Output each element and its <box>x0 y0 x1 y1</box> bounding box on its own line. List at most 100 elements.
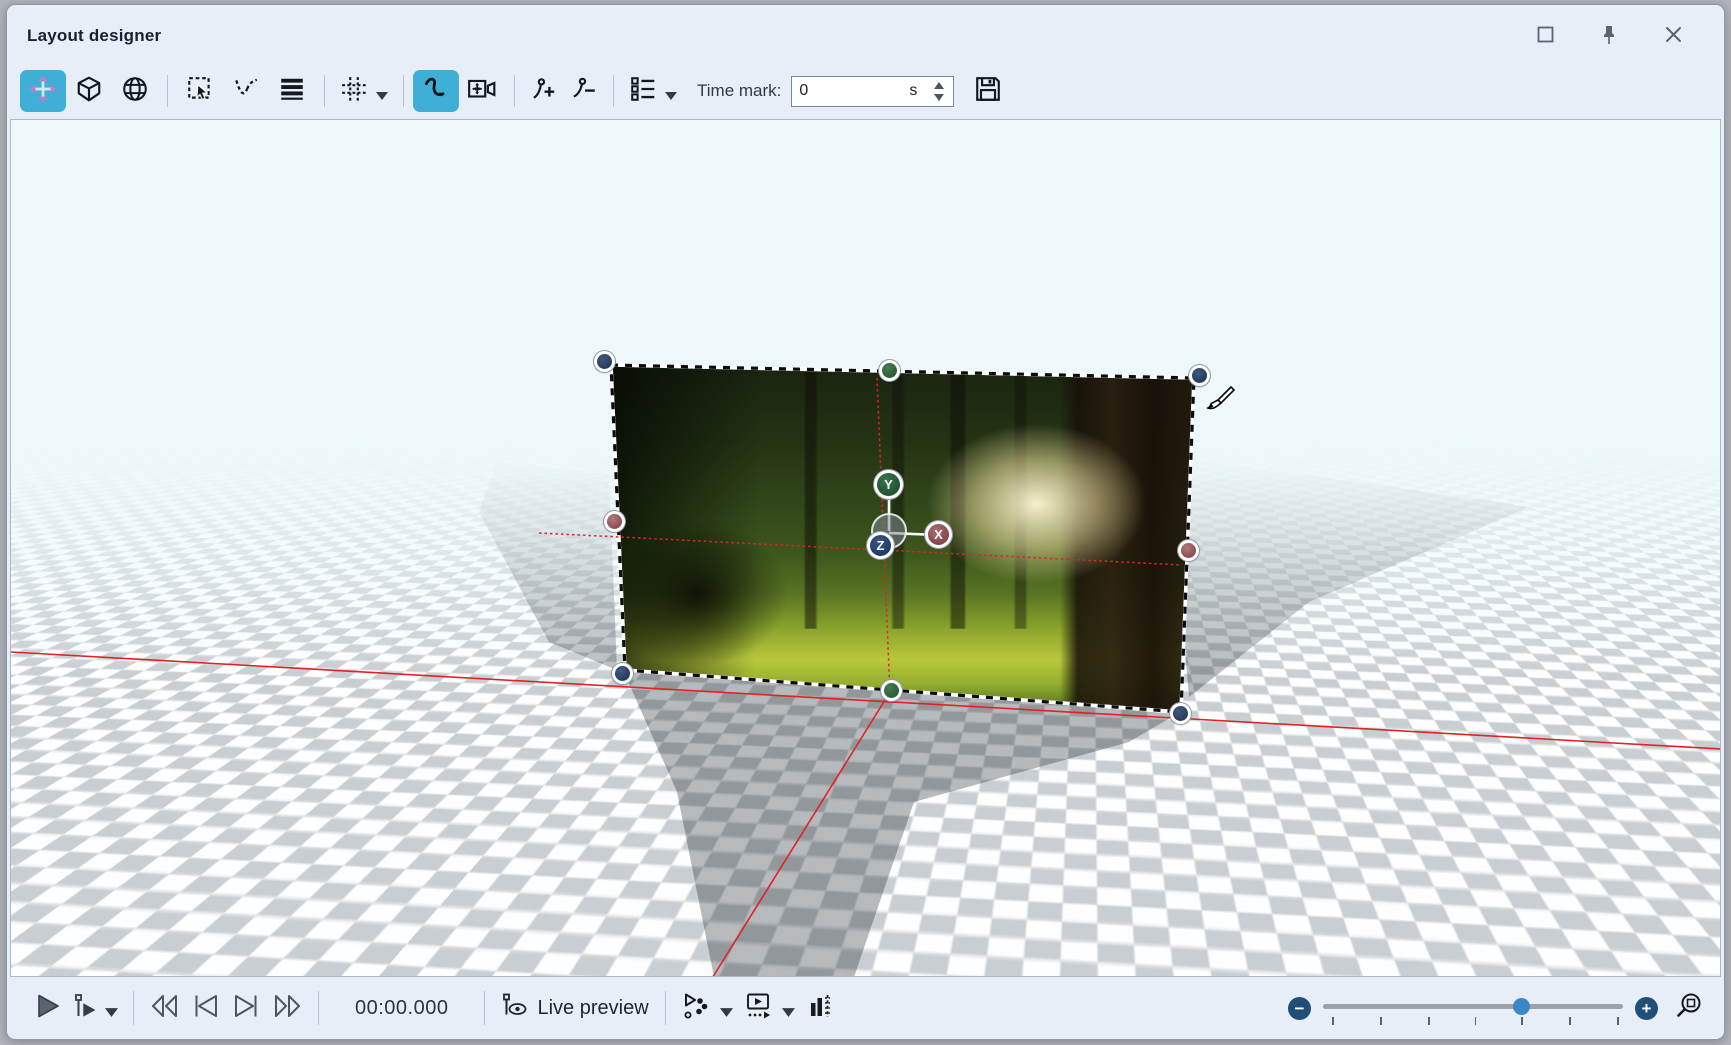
live-preview-label: Live preview <box>537 997 648 1020</box>
toolbar-separator <box>403 75 404 107</box>
timecode-display: 00:00.000 <box>355 997 448 1020</box>
cube-icon <box>75 75 103 108</box>
motion-path-button[interactable] <box>676 988 718 1028</box>
gizmo-y-handle[interactable]: Y <box>874 470 903 499</box>
zoom-fit-button[interactable] <box>1674 991 1704 1026</box>
step-back-icon <box>192 992 220 1025</box>
play-from-marker-icon <box>73 993 97 1024</box>
keyframe-list-button[interactable] <box>623 70 663 112</box>
window-controls <box>1534 26 1684 48</box>
move-tool-button[interactable] <box>20 70 66 112</box>
corner-handle-bottom-right[interactable] <box>1170 703 1191 724</box>
time-mark-field: s <box>791 76 954 107</box>
play-options-caret[interactable] <box>105 1004 117 1012</box>
levels-icon <box>806 992 834 1025</box>
transport-separator <box>484 991 485 1025</box>
pin-button[interactable] <box>1598 26 1620 48</box>
spinner-down-icon[interactable] <box>934 94 944 101</box>
design-canvas[interactable]: Z X Y <box>10 119 1721 977</box>
layers-button[interactable] <box>269 70 315 112</box>
time-mark-spinner <box>928 78 950 105</box>
corner-handle-top-right[interactable] <box>1189 365 1210 386</box>
rewind-button[interactable] <box>144 988 186 1028</box>
window-title: Layout designer <box>27 26 161 46</box>
toolbar-separator <box>167 75 168 107</box>
step-back-button[interactable] <box>186 988 226 1028</box>
select-rect-icon <box>186 75 214 108</box>
levels-button[interactable] <box>800 988 840 1028</box>
pin-icon <box>1600 25 1618 50</box>
layers-icon <box>278 75 306 108</box>
transport-separator <box>133 991 134 1025</box>
time-mark-label: Time mark: <box>697 81 781 101</box>
corner-handle-top-left[interactable] <box>594 351 615 372</box>
grid-dropdown-caret[interactable] <box>376 87 388 95</box>
spinner-up-icon[interactable] <box>934 82 944 89</box>
grid-button[interactable] <box>334 70 374 112</box>
globe-icon <box>121 75 149 108</box>
camera-fit-icon <box>467 75 497 108</box>
play-from-marker-button[interactable] <box>67 988 103 1028</box>
remove-curve-point-button[interactable] <box>564 70 604 112</box>
toolbar-separator <box>613 75 614 107</box>
close-button[interactable] <box>1662 26 1684 48</box>
paintbrush-cursor-icon <box>1203 384 1235 421</box>
corner-handle-bottom-left[interactable] <box>612 663 633 684</box>
zoom-out-icon: − <box>1295 1000 1305 1017</box>
zoom-cluster: − + <box>1288 991 1704 1026</box>
curve-select-button[interactable] <box>223 70 269 112</box>
close-icon <box>1665 26 1682 48</box>
layout-designer-window: Layout designer <box>6 4 1725 1040</box>
rewind-icon <box>150 992 180 1025</box>
play-icon <box>35 993 61 1024</box>
zoom-in-icon: + <box>1642 1000 1652 1017</box>
transport-bar: 00:00.000 Live preview <box>7 977 1724 1039</box>
maximize-button[interactable] <box>1534 26 1556 48</box>
keyframe-list-icon <box>629 75 657 108</box>
zoom-out-button[interactable]: − <box>1288 997 1311 1020</box>
globe-button[interactable] <box>112 70 158 112</box>
play-button[interactable] <box>29 988 67 1028</box>
zoom-slider-thumb[interactable] <box>1513 998 1530 1015</box>
zoom-slider[interactable] <box>1323 991 1623 1025</box>
edge-handle-bottom[interactable] <box>881 680 902 701</box>
cube-3d-button[interactable] <box>66 70 112 112</box>
fast-forward-button[interactable] <box>266 988 308 1028</box>
step-forward-icon <box>232 992 260 1025</box>
select-objects-button[interactable] <box>177 70 223 112</box>
zoom-in-button[interactable]: + <box>1635 997 1658 1020</box>
transport-separator <box>665 991 666 1025</box>
gizmo-x-handle[interactable]: X <box>925 521 952 548</box>
toolbar-separator <box>324 75 325 107</box>
camera-fit-button[interactable] <box>459 70 505 112</box>
transport-separator <box>318 991 319 1025</box>
range-play-caret[interactable] <box>782 1004 794 1012</box>
keyframe-list-dropdown-caret[interactable] <box>665 87 677 95</box>
gizmo-z-handle[interactable]: Z <box>867 532 894 559</box>
gizmo-z-label: Z <box>877 538 885 553</box>
range-play-icon <box>744 992 774 1025</box>
zoom-fit-icon <box>1674 1008 1704 1025</box>
range-play-button[interactable] <box>738 988 780 1028</box>
designer-toolbar: Time mark: s <box>7 63 1724 119</box>
motion-path-caret[interactable] <box>720 1004 732 1012</box>
time-mark-input[interactable] <box>792 82 892 100</box>
grid-icon <box>340 75 368 108</box>
maximize-icon <box>1537 26 1554 48</box>
zoom-slider-track[interactable] <box>1323 1004 1623 1009</box>
add-curve-point-button[interactable] <box>524 70 564 112</box>
curve-check-icon <box>232 75 260 108</box>
save-button[interactable] <box>968 70 1008 112</box>
step-forward-button[interactable] <box>226 988 266 1028</box>
toolbar-separator <box>514 75 515 107</box>
edge-handle-left[interactable] <box>604 511 625 532</box>
s-curve-icon <box>421 74 451 109</box>
motion-path-icon <box>682 992 712 1025</box>
gizmo-y-label: Y <box>884 477 893 492</box>
edge-handle-top[interactable] <box>879 360 900 381</box>
motion-curve-button[interactable] <box>413 70 459 112</box>
edge-handle-right[interactable] <box>1178 540 1199 561</box>
live-preview-toggle[interactable]: Live preview <box>495 988 654 1028</box>
save-icon <box>974 75 1002 108</box>
curve-add-icon <box>530 75 558 108</box>
